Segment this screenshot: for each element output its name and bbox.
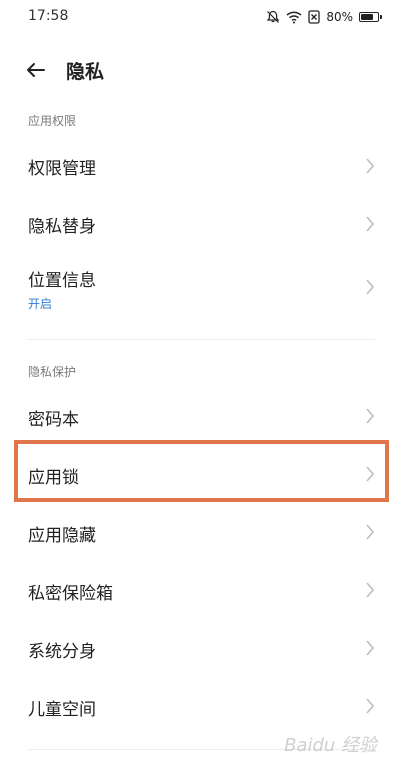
row-label: 权限管理 (28, 159, 96, 179)
chevron-right-icon (366, 640, 375, 656)
row-password-book[interactable]: 密码本 (0, 388, 401, 442)
row-label: 系统分身 (28, 642, 96, 662)
row-label: 密码本 (28, 410, 79, 430)
row-label: 位置信息 (28, 271, 96, 291)
header: 隐私 (0, 48, 401, 92)
chevron-right-icon (366, 279, 375, 295)
battery-fill (361, 14, 373, 20)
row-system-clone[interactable]: 系统分身 (0, 620, 401, 676)
row-status-text: 开启 (28, 297, 53, 311)
status-icons: 80% (266, 8, 382, 26)
bell-muted-icon (267, 10, 280, 23)
row-label: 应用锁 (28, 468, 79, 488)
row-app-lock[interactable]: 应用锁 (0, 444, 401, 500)
wifi-icon (286, 11, 302, 24)
row-privacy-substitute[interactable]: 隐私替身 (0, 194, 401, 250)
section-header-app-permissions: 应用权限 (28, 114, 77, 128)
chevron-right-icon (366, 582, 375, 598)
chevron-right-icon (366, 524, 375, 540)
battery-icon (359, 12, 382, 22)
sim-blocked-icon (308, 10, 320, 24)
chevron-right-icon (366, 466, 375, 482)
row-private-safe[interactable]: 私密保险箱 (0, 562, 401, 618)
watermark: Baidu 经验 (284, 735, 377, 756)
section-divider (28, 339, 375, 340)
status-bar: 17:58 80% (0, 0, 401, 36)
page-title: 隐私 (66, 61, 105, 83)
arrow-left-icon[interactable] (22, 56, 50, 84)
row-app-hide[interactable]: 应用隐藏 (0, 504, 401, 560)
status-time: 17:58 (28, 8, 69, 24)
row-label: 隐私替身 (28, 217, 96, 237)
row-kids-space[interactable]: 儿童空间 (0, 678, 401, 734)
chevron-right-icon (366, 158, 375, 174)
row-label: 私密保险箱 (28, 584, 113, 604)
row-location-info[interactable]: 位置信息 开启 (0, 252, 401, 320)
chevron-right-icon (366, 408, 375, 424)
row-label: 应用隐藏 (28, 526, 96, 546)
row-permission-management[interactable]: 权限管理 (0, 138, 401, 194)
chevron-right-icon (366, 216, 375, 232)
chevron-right-icon (366, 698, 375, 714)
section-header-privacy-protection: 隐私保护 (28, 365, 77, 379)
battery-percent: 80% (326, 10, 353, 24)
row-label: 儿童空间 (28, 700, 96, 720)
